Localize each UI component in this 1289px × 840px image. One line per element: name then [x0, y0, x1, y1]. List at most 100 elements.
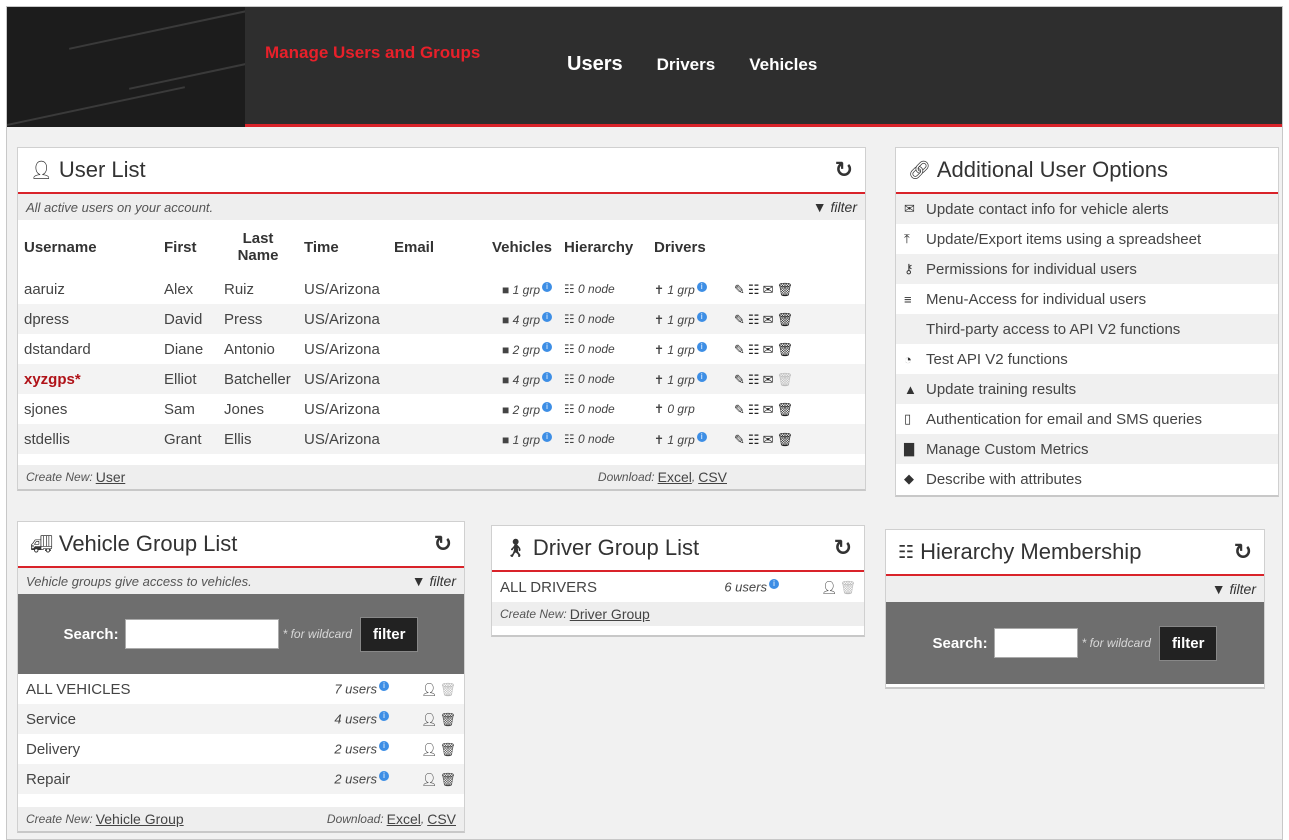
username-cell[interactable]: dstandard — [18, 334, 158, 364]
option-item[interactable]: ◔ Test API V2 functions — [896, 344, 1278, 374]
vehicles-cell[interactable]: ■ 4 grp i — [468, 304, 558, 334]
drivers-cell[interactable]: ✝ 1 grp i — [648, 274, 728, 304]
create-vehicle-group-link[interactable]: Vehicle Group — [96, 811, 184, 827]
trash-icon[interactable]: 🗑︎ — [439, 772, 456, 787]
drivers-cell[interactable]: ✝ 1 grp i — [648, 424, 728, 454]
envelope-icon[interactable]: ✉ — [763, 342, 774, 357]
edit-icon[interactable]: ✎ — [734, 432, 745, 447]
refresh-icon[interactable]: ↻ — [835, 157, 853, 183]
sitemap-icon[interactable]: ☷ — [748, 312, 760, 327]
vehicles-cell[interactable]: ■ 1 grp i — [468, 424, 558, 454]
filter-button[interactable]: ▼ filter — [412, 573, 456, 589]
download-excel-link[interactable]: Excel — [658, 469, 692, 485]
download-excel-link[interactable]: Excel — [387, 811, 421, 827]
trash-icon[interactable]: 🗑︎ — [776, 342, 793, 357]
user-icon[interactable]: 👤︎ — [421, 682, 438, 697]
col-username[interactable]: Username — [18, 220, 158, 274]
envelope-icon[interactable]: ✉ — [763, 402, 774, 417]
option-item[interactable]: ✉ Update contact info for vehicle alerts — [896, 194, 1278, 224]
drivers-cell[interactable]: ✝ 1 grp i — [648, 304, 728, 334]
username-cell[interactable]: dpress — [18, 304, 158, 334]
trash-icon[interactable]: 🗑︎ — [776, 312, 793, 327]
create-user-link[interactable]: User — [96, 469, 126, 485]
user-icon[interactable]: 👤︎ — [421, 742, 438, 757]
list-item[interactable]: Repair 2 users i 👤︎ 🗑︎ — [18, 764, 464, 794]
group-count[interactable]: 7 users i — [299, 681, 389, 697]
option-item[interactable]: ▯ Authentication for email and SMS querie… — [896, 404, 1278, 434]
col-email[interactable]: Email — [388, 220, 468, 274]
group-count[interactable]: 4 users i — [299, 711, 389, 727]
list-item[interactable]: Delivery 2 users i 👤︎ 🗑︎ — [18, 734, 464, 764]
drivers-cell[interactable]: ✝ 1 grp i — [648, 334, 728, 364]
vehicle-filter-button[interactable]: filter — [359, 616, 419, 652]
col-time[interactable]: Time — [298, 220, 388, 274]
edit-icon[interactable]: ✎ — [734, 282, 745, 297]
edit-icon[interactable]: ✎ — [734, 402, 745, 417]
refresh-icon[interactable]: ↻ — [1234, 539, 1252, 565]
user-icon[interactable]: 👤︎ — [421, 772, 438, 787]
sitemap-icon[interactable]: ☷ — [748, 372, 760, 387]
option-item[interactable]: ≡ Menu-Access for individual users — [896, 284, 1278, 314]
col-first[interactable]: First — [158, 220, 218, 274]
group-count[interactable]: 2 users i — [299, 741, 389, 757]
option-item[interactable]: ▇ Manage Custom Metrics — [896, 434, 1278, 464]
col-drivers[interactable]: Drivers — [648, 220, 728, 274]
drivers-cell[interactable]: ✝ 1 grp i — [648, 364, 728, 394]
col-vehicles[interactable]: Vehicles — [468, 220, 558, 274]
edit-icon[interactable]: ✎ — [734, 372, 745, 387]
refresh-icon[interactable]: ↻ — [834, 535, 852, 561]
list-item[interactable]: ALL VEHICLES 7 users i 👤︎ 🗑︎ — [18, 674, 464, 704]
envelope-icon[interactable]: ✉ — [763, 312, 774, 327]
download-csv-link[interactable]: CSV — [698, 469, 727, 485]
option-item[interactable]: Third-party access to API V2 functions — [896, 314, 1278, 344]
hierarchy-cell[interactable]: ☷ 0 node — [558, 334, 648, 364]
list-item[interactable]: ALL DRIVERS 6 users i 👤︎ 🗑︎ — [492, 572, 864, 602]
username-cell[interactable]: sjones — [18, 394, 158, 424]
drivers-cell[interactable]: ✝ 0 grp — [648, 394, 728, 424]
tab-vehicles[interactable]: Vehicles — [749, 55, 817, 75]
tab-users[interactable]: Users — [567, 53, 623, 76]
vehicles-cell[interactable]: ■ 2 grp i — [468, 334, 558, 364]
vehicles-cell[interactable]: ■ 2 grp i — [468, 394, 558, 424]
trash-icon[interactable]: 🗑︎ — [439, 742, 456, 757]
username-cell[interactable]: xyzgps* — [18, 364, 158, 394]
username-cell[interactable]: aaruiz — [18, 274, 158, 304]
envelope-icon[interactable]: ✉ — [763, 282, 774, 297]
refresh-icon[interactable]: ↻ — [434, 531, 452, 557]
option-item[interactable]: ⚷ Permissions for individual users — [896, 254, 1278, 284]
hierarchy-cell[interactable]: ☷ 0 node — [558, 424, 648, 454]
filter-button[interactable]: ▼ filter — [813, 199, 857, 215]
envelope-icon[interactable]: ✉ — [763, 372, 774, 387]
trash-icon[interactable]: 🗑︎ — [439, 712, 456, 727]
vehicles-cell[interactable]: ■ 4 grp i — [468, 364, 558, 394]
tab-drivers[interactable]: Drivers — [657, 55, 716, 75]
user-icon[interactable]: 👤︎ — [821, 580, 838, 595]
vehicle-search-input[interactable] — [124, 619, 279, 649]
username-cell[interactable]: stdellis — [18, 424, 158, 454]
sitemap-icon[interactable]: ☷ — [748, 432, 760, 447]
list-item[interactable]: Service 4 users i 👤︎ 🗑︎ — [18, 704, 464, 734]
envelope-icon[interactable]: ✉ — [763, 432, 774, 447]
trash-icon[interactable]: 🗑︎ — [776, 402, 793, 417]
group-count[interactable]: 6 users i — [689, 579, 779, 595]
create-driver-group-link[interactable]: Driver Group — [570, 606, 650, 622]
sitemap-icon[interactable]: ☷ — [748, 282, 760, 297]
group-count[interactable]: 2 users i — [299, 771, 389, 787]
sitemap-icon[interactable]: ☷ — [748, 402, 760, 417]
trash-icon[interactable]: 🗑︎ — [776, 282, 793, 297]
option-item[interactable]: ⤒ Update/Export items using a spreadsheet — [896, 224, 1278, 254]
filter-button[interactable]: ▼ filter — [1212, 581, 1256, 597]
sitemap-icon[interactable]: ☷ — [748, 342, 760, 357]
col-hierarchy[interactable]: Hierarchy — [558, 220, 648, 274]
trash-icon[interactable]: 🗑︎ — [776, 432, 793, 447]
option-item[interactable]: ◆ Describe with attributes — [896, 464, 1278, 494]
edit-icon[interactable]: ✎ — [734, 342, 745, 357]
hierarchy-search-input[interactable] — [993, 628, 1078, 658]
user-icon[interactable]: 👤︎ — [421, 712, 438, 727]
vehicles-cell[interactable]: ■ 1 grp i — [468, 274, 558, 304]
download-csv-link[interactable]: CSV — [427, 811, 456, 827]
hierarchy-cell[interactable]: ☷ 0 node — [558, 364, 648, 394]
hierarchy-cell[interactable]: ☷ 0 node — [558, 304, 648, 334]
option-item[interactable]: ▲ Update training results — [896, 374, 1278, 404]
edit-icon[interactable]: ✎ — [734, 312, 745, 327]
